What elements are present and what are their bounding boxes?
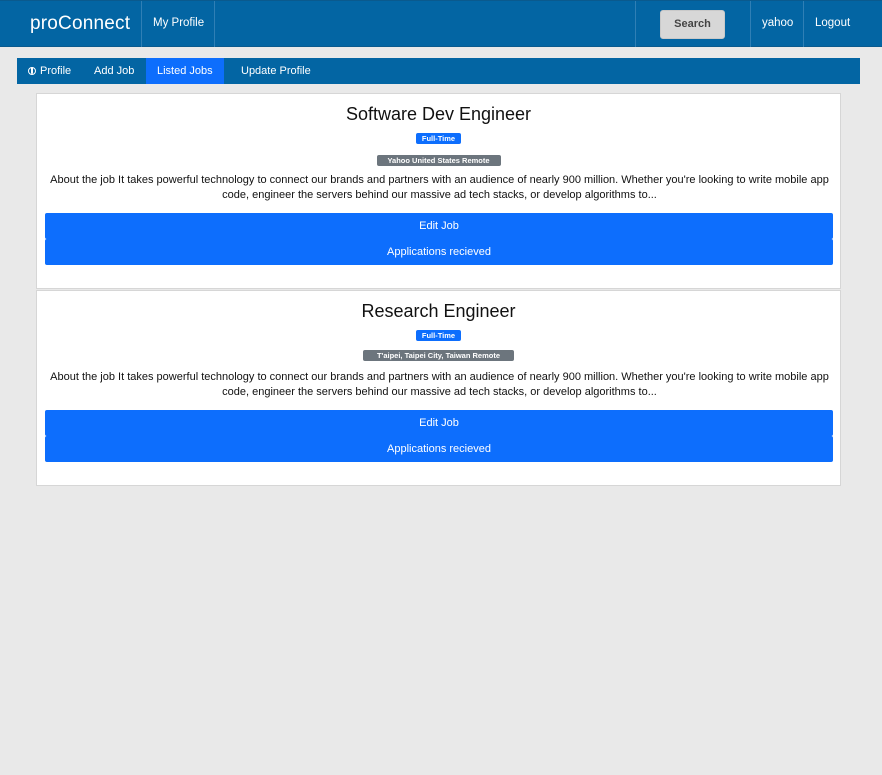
my-profile-link[interactable]: My Profile bbox=[153, 17, 204, 29]
applications-received-button[interactable]: Applications recieved bbox=[45, 239, 833, 265]
nav-divider bbox=[635, 1, 636, 47]
job-title: Research Engineer bbox=[361, 301, 516, 321]
dashboard-tabs: Profile Add Job Listed Jobs Update Profi… bbox=[17, 58, 860, 84]
job-description: About the job It takes powerful technolo… bbox=[50, 174, 829, 201]
tab-label: Update Profile bbox=[241, 65, 311, 77]
job-location-badge: T'aipei, Taipei City, Taiwan Remote bbox=[363, 350, 514, 361]
tab-label: Add Job bbox=[94, 65, 135, 77]
tab-add-job[interactable]: Add Job bbox=[83, 58, 145, 84]
edit-job-button[interactable]: Edit Job bbox=[45, 410, 833, 436]
job-location-badge: Yahoo United States Remote bbox=[376, 155, 501, 166]
job-title: Software Dev Engineer bbox=[345, 104, 532, 124]
applications-received-button[interactable]: Applications recieved bbox=[45, 436, 833, 462]
nav-divider bbox=[750, 1, 751, 47]
tab-listed-jobs[interactable]: Listed Jobs bbox=[146, 58, 224, 84]
tab-profile[interactable]: Profile bbox=[17, 58, 82, 84]
job-description: About the job It takes powerful technolo… bbox=[50, 371, 829, 398]
search-button[interactable]: Search bbox=[660, 10, 725, 39]
job-card: Research Engineer Full-Time T'aipei, Tai… bbox=[36, 290, 841, 486]
tab-label: Profile bbox=[40, 65, 72, 77]
logout-link[interactable]: Logout bbox=[815, 17, 850, 29]
nav-divider bbox=[141, 1, 142, 47]
globe-icon bbox=[28, 66, 36, 75]
job-type-badge: Full-Time bbox=[416, 133, 461, 144]
job-card: Software Dev Engineer Full-Time Yahoo Un… bbox=[36, 93, 841, 289]
edit-job-button[interactable]: Edit Job bbox=[45, 213, 833, 239]
job-type-badge: Full-Time bbox=[416, 330, 461, 341]
tab-update-profile[interactable]: Update Profile bbox=[230, 58, 322, 84]
nav-divider bbox=[803, 1, 804, 47]
nav-divider bbox=[214, 1, 215, 47]
username-link[interactable]: yahoo bbox=[762, 17, 793, 29]
top-navbar: proConnect My Profile Search yahoo Logou… bbox=[0, 0, 882, 47]
tab-label: Listed Jobs bbox=[157, 65, 213, 77]
brand-logo[interactable]: proConnect bbox=[30, 13, 130, 35]
